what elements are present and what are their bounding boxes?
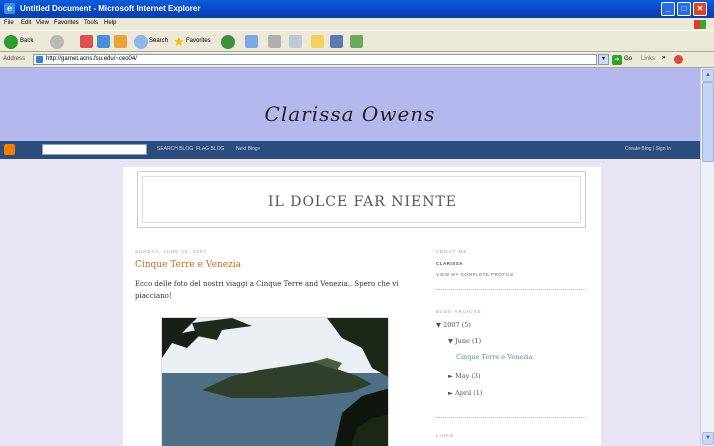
view-profile-link[interactable]: VIEW MY COMPLETE PROFILE: [436, 272, 514, 277]
address-label: Address: [3, 56, 26, 62]
windows-flag-icon: [694, 20, 706, 29]
refresh-icon[interactable]: [97, 35, 110, 48]
archive-month-june[interactable]: ▼ June (1): [448, 337, 481, 345]
address-input[interactable]: http://garnet.acns.fsu.edu/~ceo04/: [33, 54, 597, 65]
sidebar-divider: [436, 417, 586, 418]
blog-name[interactable]: IL DOLCE FAR NIENTE: [143, 194, 582, 210]
search-blog-button[interactable]: SEARCH BLOG: [157, 146, 193, 152]
author-name[interactable]: CLARISSA: [436, 261, 463, 266]
chevron-right-icon[interactable]: »: [662, 55, 665, 61]
messenger-icon[interactable]: [350, 35, 363, 48]
post-date: SUNDAY, JUNE 10, 2007: [135, 249, 207, 254]
address-dropdown-button[interactable]: ▾: [598, 54, 609, 65]
coastline-photo-image: [162, 318, 388, 446]
page-viewport[interactable]: Clarissa Owens SEARCH BLOG FLAG BLOG Nex…: [0, 68, 700, 446]
address-url[interactable]: http://garnet.acns.fsu.edu/~ceo04/: [46, 56, 137, 62]
search-icon[interactable]: [134, 35, 148, 49]
blog-header: Clarissa Owens: [0, 68, 700, 141]
close-button[interactable]: ✕: [693, 2, 707, 16]
scroll-up-button[interactable]: ▲: [702, 69, 714, 82]
menu-tools[interactable]: Tools: [84, 20, 98, 26]
post-photo[interactable]: [161, 317, 389, 446]
scrollbar-thumb[interactable]: [702, 82, 714, 162]
search-label[interactable]: Search: [149, 38, 168, 44]
blogger-navbar: SEARCH BLOG FLAG BLOG Next Blog» Create …: [0, 141, 700, 159]
back-label[interactable]: Back: [20, 38, 33, 44]
site-title: Clarissa Owens: [264, 102, 436, 126]
standard-toolbar: Back Search ★ Favorites: [0, 30, 714, 52]
links-label[interactable]: Links: [641, 56, 655, 62]
archive-year-2007[interactable]: ▼ 2007 (5): [436, 321, 471, 329]
mail-icon[interactable]: [245, 35, 258, 48]
folder-icon[interactable]: [311, 35, 324, 48]
page-icon: [36, 56, 43, 63]
blog-title-box-inner: IL DOLCE FAR NIENTE: [142, 176, 581, 223]
archive-month-may[interactable]: ► May (3): [448, 372, 481, 380]
vertical-scrollbar[interactable]: ▲ ▼: [700, 68, 714, 446]
flag-blog-button[interactable]: FLAG BLOG: [196, 146, 224, 152]
menu-file[interactable]: File: [4, 20, 14, 26]
about-me-heading: ABOUT ME: [436, 249, 468, 254]
next-blog-link[interactable]: Next Blog»: [236, 146, 260, 152]
favorites-label[interactable]: Favorites: [186, 38, 211, 44]
create-blog-link[interactable]: Create Blog | Sign In: [625, 146, 671, 152]
history-icon[interactable]: [221, 35, 235, 49]
print-icon[interactable]: [268, 35, 281, 48]
navbar-search-input[interactable]: [42, 144, 147, 155]
sidebar-divider: [436, 289, 586, 290]
menu-view[interactable]: View: [36, 20, 49, 26]
scroll-down-button[interactable]: ▼: [702, 432, 714, 445]
post-body: Ecco delle foto del nostri viaggi a Cinq…: [135, 280, 399, 300]
home-icon[interactable]: [114, 35, 127, 48]
archive-month-april[interactable]: ► April (1): [448, 389, 482, 397]
address-bar: Address http://garnet.acns.fsu.edu/~ceo0…: [0, 52, 714, 68]
menu-help[interactable]: Help: [104, 20, 116, 26]
stop-icon[interactable]: [80, 35, 93, 48]
extension-icon[interactable]: [674, 55, 683, 64]
favorites-star-icon[interactable]: ★: [173, 34, 185, 50]
internet-explorer-icon: e: [4, 3, 15, 14]
window-title: Untitled Document - Microsoft Internet E…: [20, 4, 201, 13]
post-title[interactable]: Cinque Terre e Venezia: [135, 260, 241, 270]
back-arrow-icon[interactable]: [4, 35, 18, 49]
window-title-bar[interactable]: e Untitled Document - Microsoft Internet…: [0, 0, 714, 18]
go-label[interactable]: Go: [624, 56, 632, 62]
go-arrow-icon[interactable]: ➔: [612, 55, 622, 65]
blogger-logo-icon[interactable]: [4, 144, 15, 155]
menu-favorites[interactable]: Favorites: [54, 20, 79, 26]
blog-content: IL DOLCE FAR NIENTE SUNDAY, JUNE 10, 200…: [123, 167, 601, 446]
archive-post-link[interactable]: Cinque Terre e Venezia: [456, 353, 533, 361]
menu-bar: File Edit View Favorites Tools Help: [0, 18, 714, 30]
blog-archive-heading: BLOG ARCHIVE: [436, 309, 482, 314]
blog-title-box: IL DOLCE FAR NIENTE: [137, 171, 586, 228]
forward-arrow-icon[interactable]: [50, 35, 64, 49]
menu-edit[interactable]: Edit: [21, 20, 31, 26]
maximize-button[interactable]: □: [677, 2, 691, 16]
links-heading: LINKS: [436, 433, 455, 438]
edit-icon[interactable]: [289, 35, 302, 48]
research-icon[interactable]: [330, 35, 343, 48]
minimize-button[interactable]: _: [661, 2, 675, 16]
